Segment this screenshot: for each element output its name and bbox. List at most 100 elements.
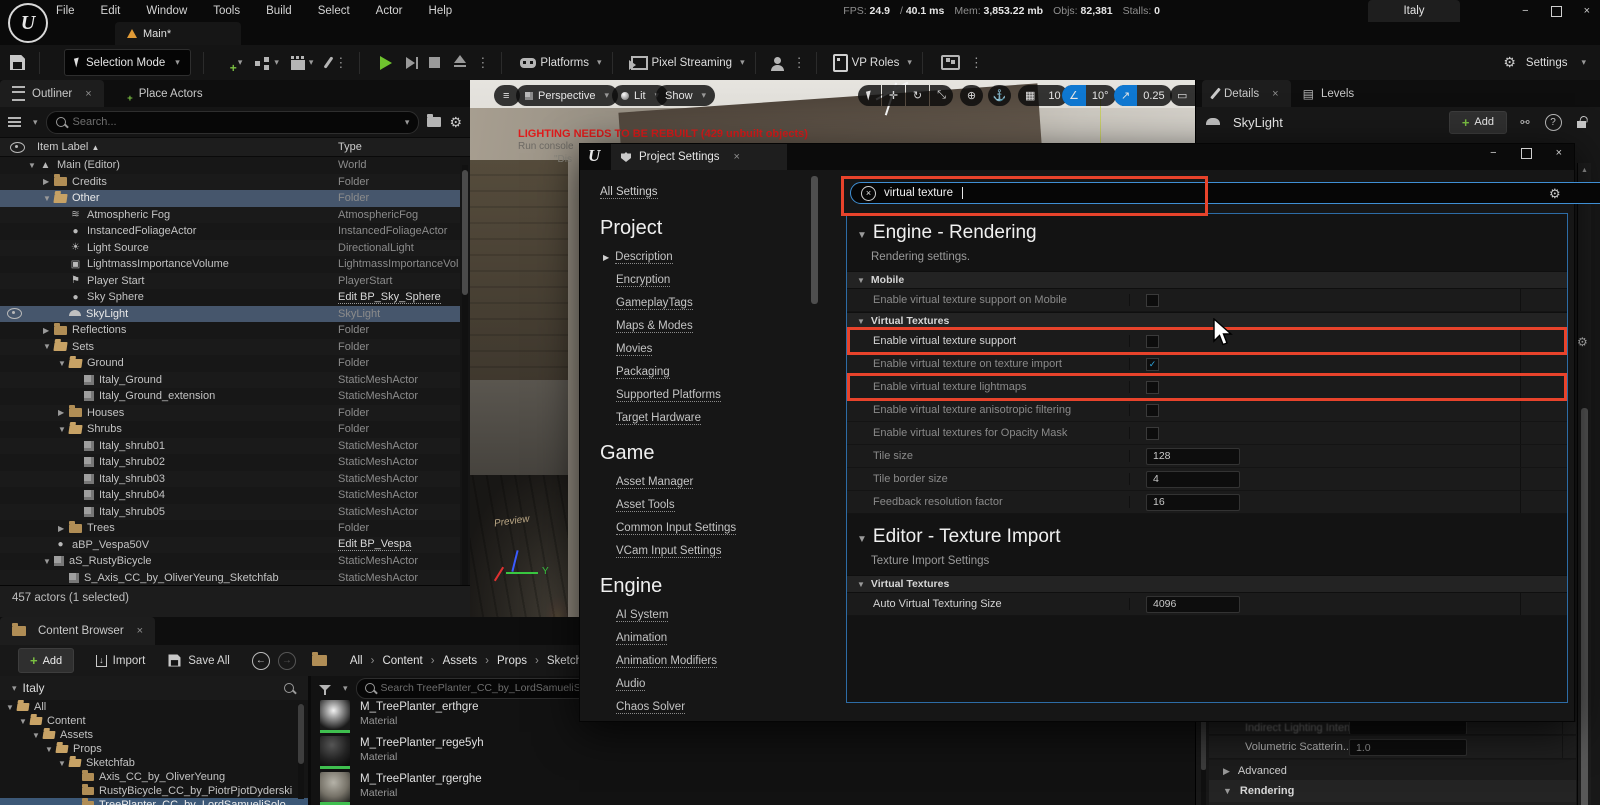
lock-icon[interactable]: [1571, 112, 1591, 132]
close-icon[interactable]: ×: [1584, 5, 1590, 17]
expander-icon[interactable]: ▼: [45, 745, 56, 754]
close-icon[interactable]: ×: [1556, 147, 1562, 159]
frame-skip-button[interactable]: [406, 57, 415, 69]
outliner-row[interactable]: Italy_shrub03StaticMeshActor: [0, 471, 460, 488]
expander-icon[interactable]: ▶: [43, 177, 54, 186]
minimize-icon[interactable]: −: [1490, 147, 1496, 159]
outliner-row[interactable]: Italy_GroundStaticMeshActor: [0, 372, 460, 389]
platforms-label[interactable]: Platforms: [540, 57, 589, 69]
breadcrumb-item-assets[interactable]: Assets: [443, 655, 478, 667]
forward-button[interactable]: →: [278, 652, 296, 670]
settings-row-auto-virtual-texturing-size[interactable]: Auto Virtual Texturing Size4096: [847, 593, 1567, 616]
material-thumbnail[interactable]: [320, 772, 350, 802]
close-icon[interactable]: ×: [85, 88, 91, 100]
menu-item-actor[interactable]: Actor: [376, 5, 403, 17]
settings-row-enable-virtual-texture-anisotropic-filtering[interactable]: Enable virtual texture anisotropic filte…: [847, 399, 1567, 422]
settings-row-enable-virtual-texture-on-texture-import[interactable]: Enable virtual texture on texture import…: [847, 353, 1567, 376]
folder-pane-header[interactable]: ▾ Italy: [0, 676, 308, 700]
search-icon[interactable]: [284, 683, 294, 693]
value-field[interactable]: 128: [1146, 448, 1240, 465]
outliner-row[interactable]: Italy_shrub02StaticMeshActor: [0, 454, 460, 471]
new-folder-icon[interactable]: [427, 117, 441, 127]
menu-item-file[interactable]: File: [56, 5, 75, 17]
save-icon[interactable]: [10, 55, 25, 70]
nav-item-animation[interactable]: Animation: [616, 632, 800, 644]
details-scrollbar[interactable]: [1201, 720, 1206, 805]
checkbox[interactable]: ✓: [1146, 358, 1159, 371]
chevron-down-icon[interactable]: ▾: [274, 57, 279, 68]
folder-tree-scrollbar[interactable]: [298, 704, 304, 799]
expander-icon[interactable]: ▶: [58, 408, 69, 417]
rotate-tool-icon[interactable]: ↻: [906, 85, 929, 106]
nav-item-supported-platforms[interactable]: Supported Platforms: [616, 389, 800, 401]
filter-icon[interactable]: [8, 117, 21, 127]
material-thumbnail[interactable]: [320, 736, 350, 766]
checkbox[interactable]: [1146, 404, 1159, 417]
surface-snap-icon[interactable]: ⚓: [988, 85, 1011, 106]
checkbox[interactable]: [1146, 381, 1159, 394]
checkbox[interactable]: [1146, 427, 1159, 440]
scrollbar-thumb[interactable]: [1581, 408, 1588, 805]
stop-button[interactable]: [429, 57, 440, 68]
platforms-icon[interactable]: [520, 58, 536, 68]
expander-icon[interactable]: ▼: [43, 342, 54, 351]
maximize-icon[interactable]: [1551, 6, 1562, 17]
expander-icon[interactable]: ▼: [19, 717, 30, 726]
play-button[interactable]: [380, 56, 392, 70]
settings-row-tile-border-size[interactable]: Tile border size4: [847, 468, 1567, 491]
expander-icon[interactable]: ▼: [28, 161, 39, 170]
project-settings-tab[interactable]: Project Settings ×: [611, 144, 787, 170]
folder-tree-row[interactable]: RustyBicycle_CC_by_PiotrPjotDyderski: [0, 784, 308, 798]
gear-icon[interactable]: ⚙: [1577, 335, 1588, 349]
blueprint-graph-icon[interactable]: ⚯: [1515, 112, 1535, 132]
settings-row-enable-virtual-textures-for-opacity-mask[interactable]: Enable virtual textures for Opacity Mask: [847, 422, 1567, 445]
chevron-down-icon[interactable]: ▾: [238, 57, 243, 68]
breadcrumb-item-props[interactable]: Props: [497, 655, 527, 667]
expander-icon[interactable]: ▶: [58, 524, 69, 533]
tab-place-actors[interactable]: + Place Actors: [104, 80, 215, 107]
nav-item-common-input-settings[interactable]: Common Input Settings: [616, 522, 800, 534]
breadcrumb-item-all[interactable]: All: [350, 655, 363, 667]
nav-item-asset-manager[interactable]: Asset Manager: [616, 476, 800, 488]
outliner-row[interactable]: Italy_shrub05StaticMeshActor: [0, 504, 460, 521]
menu-item-window[interactable]: Window: [146, 5, 187, 17]
checkbox[interactable]: [1146, 335, 1159, 348]
nav-item-encryption[interactable]: Encryption: [616, 274, 800, 286]
vp-roles-icon[interactable]: [833, 54, 848, 72]
edit-blueprint-link[interactable]: Edit BP_Vespa: [338, 538, 411, 551]
outliner-row[interactable]: ▼GroundFolder: [0, 355, 460, 372]
selection-mode-dropdown[interactable]: Selection Mode ▾: [64, 49, 191, 76]
outliner-row[interactable]: ▶HousesFolder: [0, 405, 460, 422]
settings-nav-scrollbar[interactable]: [811, 176, 818, 706]
settings-dropdown[interactable]: ⚙ Settings ▾: [1503, 54, 1586, 71]
outliner-row[interactable]: ▶TreesFolder: [0, 520, 460, 537]
nav-item-animation-modifiers[interactable]: Animation Modifiers: [616, 655, 800, 667]
details-right-scrollbar[interactable]: ▲ ⚙: [1577, 163, 1591, 805]
pixel-streaming-label[interactable]: Pixel Streaming: [652, 57, 733, 69]
minimize-icon[interactable]: −: [1522, 5, 1528, 17]
settings-category-bar[interactable]: ▼Mobile: [847, 271, 1567, 289]
expander-icon[interactable]: ▼: [6, 703, 17, 712]
settings-search-input[interactable]: × virtual texture: [850, 182, 1600, 204]
expander-icon[interactable]: ▼: [43, 194, 54, 203]
menu-item-help[interactable]: Help: [429, 5, 453, 17]
folder-tree-row[interactable]: ▼Assets: [0, 728, 308, 742]
nav-item-movies[interactable]: Movies: [616, 343, 800, 355]
value-field[interactable]: 16: [1146, 494, 1240, 511]
vp-roles-label[interactable]: VP Roles: [852, 57, 900, 69]
expander-icon[interactable]: ▼: [58, 359, 69, 368]
outliner-row[interactable]: Italy_shrub04StaticMeshActor: [0, 487, 460, 504]
nav-item-asset-tools[interactable]: Asset Tools: [616, 499, 800, 511]
save-all-button[interactable]: Save All: [167, 653, 230, 668]
property-row-volumetric-scattering[interactable]: Volumetric Scatterin... 1.0: [1209, 736, 1576, 759]
asset-item[interactable]: M_TreePlanter_rege5yhMaterial: [311, 736, 1195, 772]
more-options-icon[interactable]: ⋮: [793, 55, 806, 71]
add-component-button[interactable]: + Add: [1449, 111, 1507, 134]
folder-tree-row[interactable]: ▼All: [0, 700, 308, 714]
asset-item[interactable]: M_TreePlanter_rgergheMaterial: [311, 772, 1195, 805]
tab-levels[interactable]: ▤ Levels: [1291, 80, 1367, 107]
help-icon[interactable]: ?: [1543, 112, 1563, 132]
menu-item-tools[interactable]: Tools: [213, 5, 240, 17]
outliner-row[interactable]: ▼▲Main (Editor)World: [0, 157, 460, 174]
expander-icon[interactable]: ▼: [43, 557, 54, 566]
